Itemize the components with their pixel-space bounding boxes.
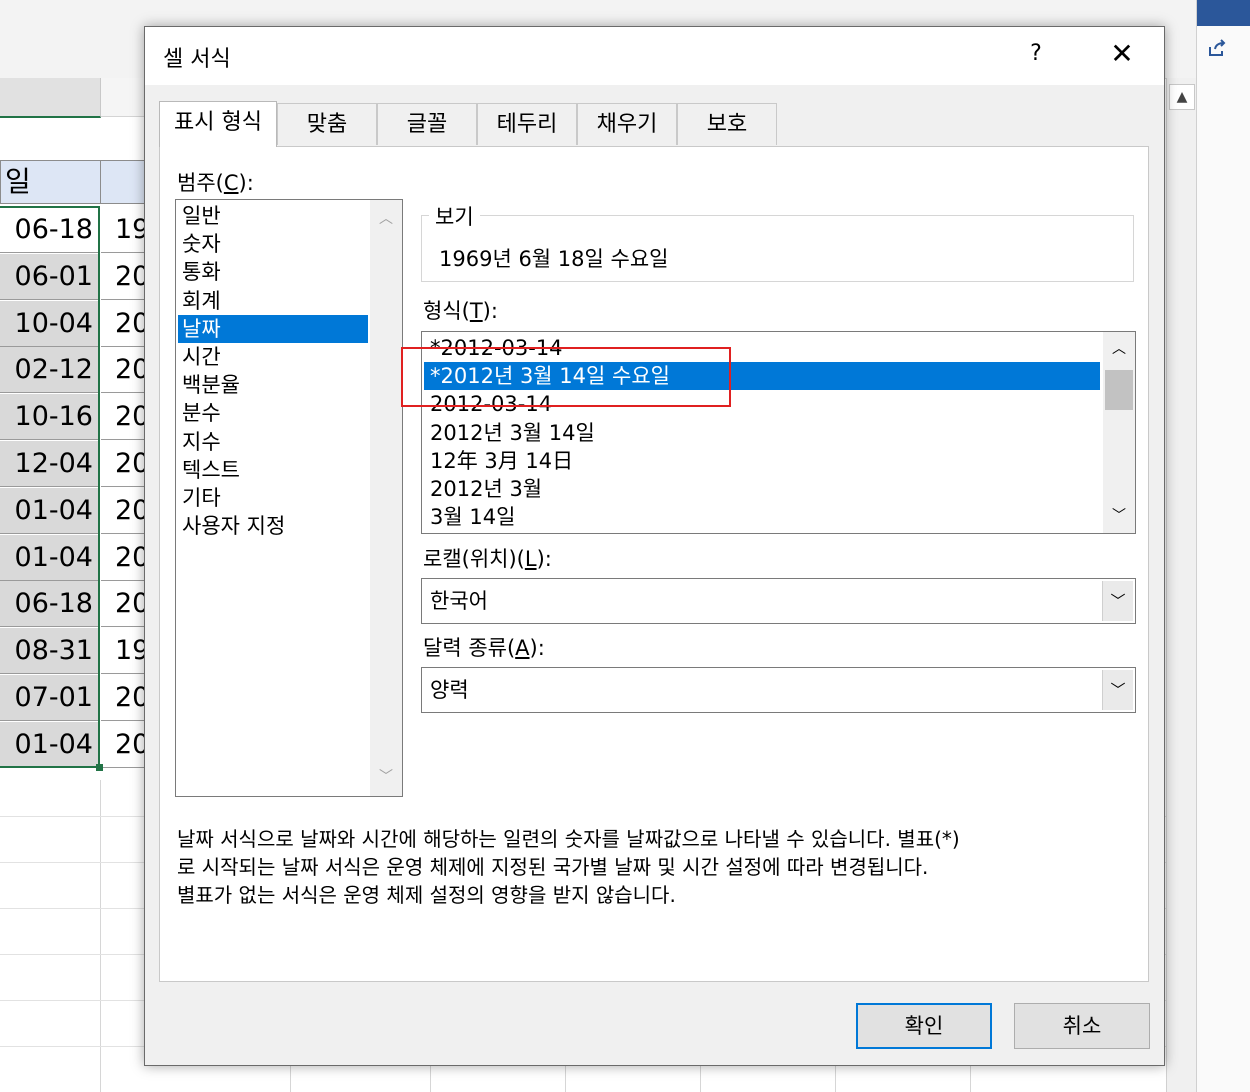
format-item[interactable]: 3월 14일	[424, 503, 1100, 531]
format-type-list[interactable]: *2012-03-14 *2012년 3월 14일 수요일 2012-03-14 20…	[421, 331, 1136, 534]
cell-date[interactable]: 01-04	[0, 487, 100, 534]
category-item[interactable]: 날짜	[178, 314, 368, 343]
side-panel	[1196, 0, 1250, 1092]
help-button[interactable]: ?	[1021, 39, 1051, 69]
cell-date[interactable]: 06-18	[0, 207, 100, 253]
cell-date[interactable]: 06-18	[0, 581, 100, 628]
close-button[interactable]: ✕	[1105, 37, 1139, 71]
chevron-down-icon[interactable]: ﹀	[1103, 501, 1135, 531]
locale-label: 로캘(위치)(L):	[423, 547, 552, 571]
header-cell-b[interactable]	[100, 160, 150, 204]
locale-select[interactable]: 한국어 ﹀	[421, 578, 1136, 624]
category-item[interactable]: 백분율	[178, 371, 368, 399]
column-header-a[interactable]	[0, 78, 101, 118]
format-type-label: 형식(T):	[423, 299, 498, 323]
tab-alignment[interactable]: 맞춤	[277, 103, 377, 145]
cell-date[interactable]: 10-04	[0, 300, 100, 347]
tab-protection[interactable]: 보호	[677, 103, 777, 145]
preview-label: 보기	[429, 201, 480, 231]
category-item[interactable]: 통화	[178, 258, 368, 286]
category-item[interactable]: 숫자	[178, 230, 368, 258]
tab-number[interactable]: 표시 형식	[159, 101, 277, 147]
cell-date[interactable]: 01-04	[0, 534, 100, 581]
category-item[interactable]: 기타	[178, 484, 368, 512]
ok-button[interactable]: 확인	[856, 1003, 992, 1049]
format-item[interactable]: 2012년 3월 14일	[424, 419, 1100, 447]
category-item[interactable]: 지수	[178, 428, 368, 456]
cell-date[interactable]: 10-16	[0, 394, 100, 441]
tab-border[interactable]: 테두리	[477, 103, 577, 145]
description-text: 날짜 서식으로 날짜와 시간에 해당하는 일련의 숫자를 날짜값으로 나타낼 수…	[177, 825, 1137, 909]
tab-font[interactable]: 글꼴	[377, 103, 477, 145]
category-item[interactable]: 분수	[178, 399, 368, 427]
cell-date[interactable]: 01-04	[0, 721, 100, 768]
locale-value: 한국어	[430, 589, 488, 613]
category-item[interactable]: 회계	[178, 287, 368, 315]
format-item[interactable]: 2012년 3월	[424, 475, 1100, 503]
cell-date[interactable]: 06-01	[0, 253, 100, 300]
header-cell-a-text: 일	[5, 165, 31, 198]
share-icon[interactable]	[1207, 38, 1227, 58]
category-item[interactable]: 텍스트	[178, 456, 368, 484]
preview-value: 1969년 6월 18일 수요일	[439, 247, 669, 271]
scroll-up-icon[interactable]: ▲	[1169, 84, 1195, 110]
sheet-vertical-scrollbar[interactable]: ▲	[1166, 78, 1197, 1092]
calendar-label: 달력 종류(A):	[423, 636, 545, 660]
cell-date[interactable]: 12-04	[0, 441, 100, 487]
scrollbar-thumb[interactable]	[1105, 370, 1133, 410]
chevron-up-icon[interactable]: ︿	[1103, 334, 1135, 364]
tab-fill[interactable]: 채우기	[577, 103, 677, 145]
fill-handle[interactable]	[96, 764, 103, 771]
category-list[interactable]: 일반 숫자 통화 회계 날짜 시간 백분율 분수 지수 텍스트 기타 사용자 지정 ︿ ﹀	[175, 199, 403, 797]
category-item[interactable]: 시간	[178, 343, 368, 371]
cell-date[interactable]: 02-12	[0, 347, 100, 394]
cancel-button[interactable]: 취소	[1014, 1003, 1150, 1049]
calendar-select[interactable]: 양력 ﹀	[421, 667, 1136, 713]
category-label: 범주(C):	[177, 171, 254, 195]
category-scrollbar[interactable]: ︿ ﹀	[370, 200, 402, 796]
title-bar-strip	[1197, 0, 1250, 26]
dialog-titlebar[interactable]: 셀 서식 ? ✕	[145, 27, 1164, 85]
category-item[interactable]: 일반	[178, 202, 368, 230]
format-cells-dialog: 셀 서식 ? ✕ 표시 형식 맞춤 글꼴 테두리 채우기 보호 범주(C): 일…	[144, 26, 1165, 1066]
chevron-down-icon[interactable]: ﹀	[1102, 670, 1133, 710]
cell-date[interactable]: 08-31	[0, 628, 100, 675]
description-line: 로 시작되는 날짜 서식은 운영 체제에 지정된 국가별 날짜 및 시간 설정에…	[177, 855, 929, 879]
calendar-value: 양력	[430, 678, 469, 702]
format-scrollbar[interactable]: ︿ ﹀	[1103, 332, 1135, 533]
dialog-title: 셀 서식	[163, 47, 231, 72]
format-item[interactable]: *2012년 3월 14일 수요일	[424, 362, 1100, 391]
column-header-b[interactable]	[101, 78, 146, 117]
format-item[interactable]: *2012-03-14	[424, 334, 1100, 362]
description-line: 별표가 없는 서식은 운영 체제 설정의 영향을 받지 않습니다.	[177, 883, 676, 907]
cell-date[interactable]: 07-01	[0, 675, 100, 721]
chevron-up-icon[interactable]: ︿	[370, 204, 402, 234]
format-item[interactable]: 12年 3月 14日	[424, 447, 1100, 475]
header-cell-a[interactable]: 일	[0, 160, 101, 204]
format-item[interactable]: 2012-03-14	[424, 390, 1100, 418]
category-item[interactable]: 사용자 지정	[178, 512, 368, 540]
chevron-down-icon[interactable]: ﹀	[370, 762, 402, 792]
description-line: 날짜 서식으로 날짜와 시간에 해당하는 일련의 숫자를 날짜값으로 나타낼 수…	[177, 827, 960, 851]
chevron-down-icon[interactable]: ﹀	[1102, 581, 1133, 621]
